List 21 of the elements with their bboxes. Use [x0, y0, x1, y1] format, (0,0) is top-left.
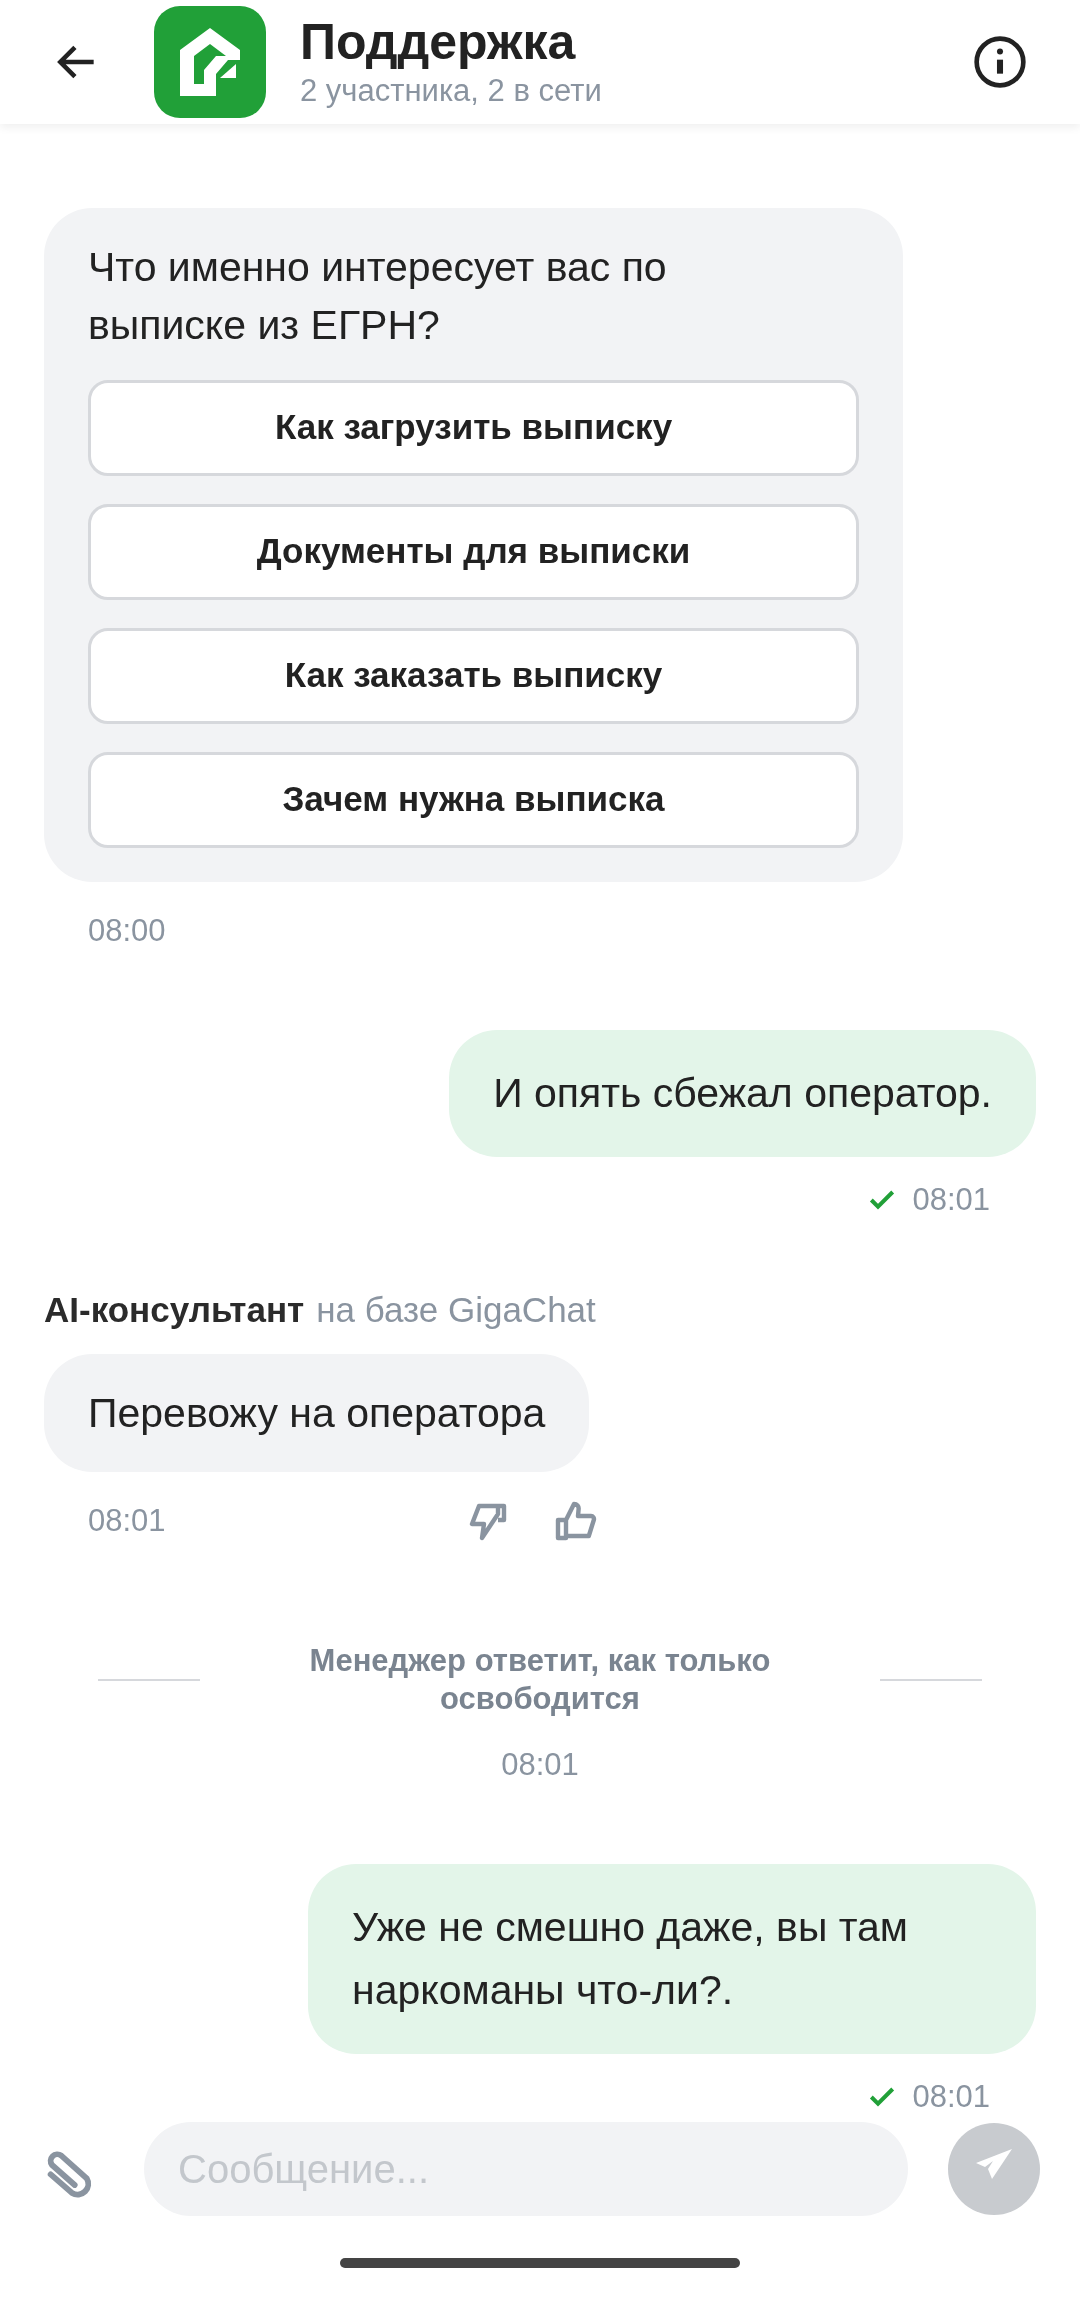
chat-title: Поддержка [300, 12, 577, 71]
info-icon[interactable] [972, 33, 1028, 90]
message-text: Уже не смешно даже, вы там наркоманы что-ли?. [352, 1903, 910, 2016]
message-text: Что именно интересует вас по выписке из ЕГРН? [88, 242, 668, 350]
message-time: 08:01 [501, 1745, 579, 1784]
sender-name: AI-консультант [44, 1288, 305, 1331]
sender-note: на базе GigaChat [316, 1288, 596, 1331]
house-logo-icon [154, 5, 266, 118]
message-time: 08:01 [912, 1181, 990, 1220]
system-message: Менеджер ответит, как только освободится [308, 1641, 772, 1718]
quick-reply-button[interactable]: Документы для выписки [88, 503, 859, 600]
quick-reply-button[interactable]: Как заказать выписку [88, 627, 859, 724]
message-time: 08:01 [87, 1502, 167, 1541]
chat-subtitle: 2 участника, 2 в сети [300, 71, 603, 110]
message-text: И опять сбежал оператор. [493, 1069, 992, 1119]
quick-reply-button[interactable]: Как загрузить выписку [88, 379, 859, 476]
message-text: Перевожу на оператора [88, 1388, 546, 1438]
send-icon[interactable] [948, 2123, 1040, 2216]
message-time: 08:00 [87, 911, 167, 950]
quick-reply-button[interactable]: Зачем нужна выписка [88, 751, 859, 848]
message-time: 08:01 [912, 2078, 990, 2117]
